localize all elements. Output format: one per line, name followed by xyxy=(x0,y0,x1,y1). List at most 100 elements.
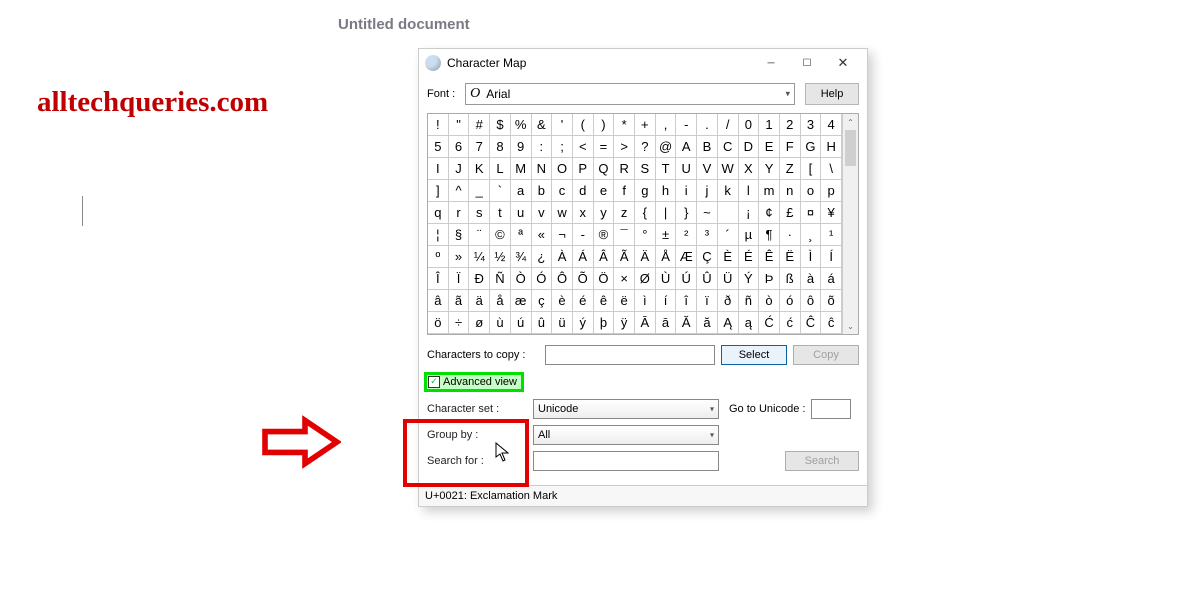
char-cell[interactable]: 2 xyxy=(780,114,801,136)
char-cell[interactable]: ´ xyxy=(718,224,739,246)
char-cell[interactable]: z xyxy=(614,202,635,224)
char-cell[interactable]: C xyxy=(718,136,739,158)
char-cell[interactable]: M xyxy=(511,158,532,180)
char-cell[interactable]: s xyxy=(469,202,490,224)
char-cell[interactable]: ä xyxy=(469,290,490,312)
char-cell[interactable]: Ă xyxy=(676,312,697,334)
char-cell[interactable]: î xyxy=(676,290,697,312)
char-cell[interactable]: å xyxy=(490,290,511,312)
char-cell[interactable]: n xyxy=(780,180,801,202)
char-cell[interactable]: Ê xyxy=(759,246,780,268)
char-cell[interactable]: Ò xyxy=(511,268,532,290)
char-cell[interactable]: ą xyxy=(739,312,760,334)
char-cell[interactable]: _ xyxy=(469,180,490,202)
scroll-up-icon[interactable]: ⌃ xyxy=(843,114,858,130)
char-cell[interactable]: ~ xyxy=(697,202,718,224)
char-cell[interactable]: ø xyxy=(469,312,490,334)
char-cell[interactable]: ÷ xyxy=(449,312,470,334)
minimize-button[interactable]: ─ xyxy=(753,51,789,75)
char-cell[interactable]: 9 xyxy=(511,136,532,158)
char-cell[interactable]: á xyxy=(821,268,842,290)
char-cell[interactable]: ¨ xyxy=(469,224,490,246)
char-cell[interactable]: A xyxy=(676,136,697,158)
char-cell[interactable]: = xyxy=(594,136,615,158)
char-cell[interactable]: ô xyxy=(801,290,822,312)
char-cell[interactable]: N xyxy=(532,158,553,180)
char-cell[interactable]: Ä xyxy=(635,246,656,268)
char-cell[interactable]: º xyxy=(428,246,449,268)
char-cell[interactable]: e xyxy=(594,180,615,202)
char-cell[interactable]: J xyxy=(449,158,470,180)
char-cell[interactable]: Û xyxy=(697,268,718,290)
char-cell[interactable]: ª xyxy=(511,224,532,246)
char-cell[interactable]: $ xyxy=(490,114,511,136)
group-by-select[interactable]: All ▾ xyxy=(533,425,719,445)
scroll-down-icon[interactable]: ⌄ xyxy=(843,318,858,334)
char-cell[interactable]: 4 xyxy=(821,114,842,136)
char-cell[interactable]: Ñ xyxy=(490,268,511,290)
char-cell[interactable]: À xyxy=(552,246,573,268)
char-cell[interactable]: Î xyxy=(428,268,449,290)
char-cell[interactable]: í xyxy=(656,290,677,312)
advanced-view-checkbox[interactable]: ✓ Advanced view xyxy=(427,375,521,389)
char-cell[interactable]: T xyxy=(656,158,677,180)
char-cell[interactable]: ¹ xyxy=(821,224,842,246)
char-cell[interactable]: Æ xyxy=(676,246,697,268)
char-cell[interactable]: Ð xyxy=(469,268,490,290)
char-cell[interactable]: Þ xyxy=(759,268,780,290)
char-cell[interactable]: £ xyxy=(780,202,801,224)
char-cell[interactable]: . xyxy=(697,114,718,136)
char-cell[interactable]: ÿ xyxy=(614,312,635,334)
char-cell[interactable]: L xyxy=(490,158,511,180)
char-cell[interactable]: « xyxy=(532,224,553,246)
char-cell[interactable]: \ xyxy=(821,158,842,180)
char-cell[interactable]: ö xyxy=(428,312,449,334)
char-cell[interactable]: G xyxy=(801,136,822,158)
char-cell[interactable]: Ø xyxy=(635,268,656,290)
char-cell[interactable]: h xyxy=(656,180,677,202)
char-cell[interactable]: - xyxy=(676,114,697,136)
char-cell[interactable]: : xyxy=(532,136,553,158)
char-cell[interactable]: W xyxy=(718,158,739,180)
char-cell[interactable]: ± xyxy=(656,224,677,246)
char-cell[interactable]: c xyxy=(552,180,573,202)
char-cell[interactable]: Ï xyxy=(449,268,470,290)
char-cell[interactable]: % xyxy=(511,114,532,136)
char-cell[interactable]: × xyxy=(614,268,635,290)
char-cell[interactable]: â xyxy=(428,290,449,312)
char-cell[interactable]: - xyxy=(573,224,594,246)
char-cell[interactable]: D xyxy=(739,136,760,158)
char-cell[interactable]: Ú xyxy=(676,268,697,290)
char-cell[interactable]: ¿ xyxy=(532,246,553,268)
char-cell[interactable]: , xyxy=(656,114,677,136)
char-cell[interactable]: [ xyxy=(801,158,822,180)
char-cell[interactable]: y xyxy=(594,202,615,224)
char-cell[interactable]: < xyxy=(573,136,594,158)
char-cell[interactable]: Í xyxy=(821,246,842,268)
char-cell[interactable]: + xyxy=(635,114,656,136)
char-cell[interactable]: q xyxy=(428,202,449,224)
char-cell[interactable]: @ xyxy=(656,136,677,158)
char-cell[interactable]: ß xyxy=(780,268,801,290)
char-cell[interactable]: F xyxy=(780,136,801,158)
char-cell[interactable]: B xyxy=(697,136,718,158)
char-cell[interactable]: ç xyxy=(532,290,553,312)
char-cell[interactable]: ï xyxy=(697,290,718,312)
char-cell[interactable]: ù xyxy=(490,312,511,334)
char-cell[interactable]: X xyxy=(739,158,760,180)
char-cell[interactable]: Õ xyxy=(573,268,594,290)
char-cell[interactable]: ' xyxy=(552,114,573,136)
char-cell[interactable]: # xyxy=(469,114,490,136)
char-cell[interactable]: g xyxy=(635,180,656,202)
char-cell[interactable]: Ĉ xyxy=(801,312,822,334)
char-cell[interactable]: ã xyxy=(449,290,470,312)
char-cell[interactable]: ć xyxy=(780,312,801,334)
char-cell[interactable]: S xyxy=(635,158,656,180)
char-cell[interactable]: þ xyxy=(594,312,615,334)
char-cell[interactable]: Ç xyxy=(697,246,718,268)
char-cell[interactable]: ? xyxy=(635,136,656,158)
char-cell[interactable]: H xyxy=(821,136,842,158)
char-cell[interactable]: O xyxy=(552,158,573,180)
char-cell[interactable]: v xyxy=(532,202,553,224)
characters-to-copy-input[interactable] xyxy=(545,345,715,365)
